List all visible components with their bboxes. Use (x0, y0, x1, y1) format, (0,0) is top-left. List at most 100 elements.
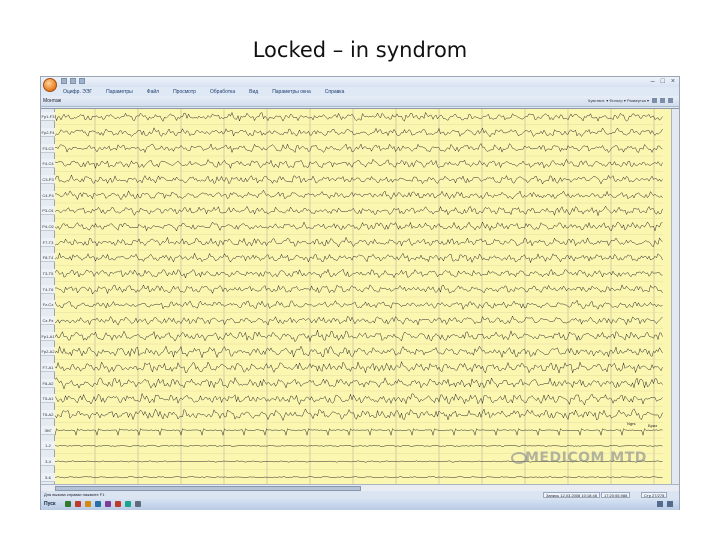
eeg-waveforms[interactable] (55, 109, 671, 485)
zoom-in-icon[interactable] (652, 98, 657, 103)
video-icon[interactable] (125, 501, 131, 507)
eeg-trace (55, 268, 663, 279)
eeg-trace (55, 189, 663, 201)
menu-item-0[interactable]: Оцифр. ЭЭГ (63, 89, 92, 95)
toolbar: Монтаж Чувствит. ▾ Фильтр ▾ Развертка ▾ (41, 96, 679, 107)
channel-label[interactable]: Fp2-A2 (41, 347, 55, 357)
watermark: MEDICOM MTD (525, 450, 647, 466)
channel-label[interactable]: Cz-Pz (41, 316, 55, 325)
eeg-trace (55, 345, 663, 359)
eeg-app-window: – □ × Оцифр. ЭЭГ Параметры Файл Просмотр Обр… (40, 76, 680, 510)
maximize-button[interactable]: □ (661, 77, 665, 86)
eeg-trace (55, 174, 663, 185)
save-icon[interactable] (61, 78, 67, 84)
menu-item-7[interactable]: Справка (325, 89, 345, 95)
channel-label[interactable]: Fp1-A1 (41, 331, 55, 341)
eeg-trace (55, 205, 663, 217)
zoom-out-icon[interactable] (660, 98, 665, 103)
channel-label[interactable]: 3-4 (41, 457, 55, 466)
eeg-trace (55, 428, 663, 437)
eeg-trace (55, 329, 663, 343)
eeg-trace (55, 111, 663, 122)
channel-label[interactable]: T3-T5 (41, 269, 55, 278)
system-tray (657, 501, 673, 507)
network-icon (657, 501, 663, 507)
channel-label[interactable]: P4-O2 (41, 222, 55, 231)
menu-item-4[interactable]: Обработка (210, 89, 235, 95)
window-controls: – □ × (651, 77, 675, 86)
eeg-trace (55, 142, 663, 154)
eeg-trace (55, 252, 663, 264)
eeg-trace (55, 376, 663, 390)
close-button[interactable]: × (671, 77, 675, 86)
status-help-text: Для вызова справки нажмите F1 (44, 492, 105, 497)
eeg-trace (55, 315, 663, 326)
eeg-trace-area[interactable]: Fp1-F3 Fp2-F4 F3-C3 F4-C4 C3-P3 C4-P4 P3-O1 P4-… (41, 108, 679, 485)
channel-label[interactable]: 5-6 (41, 472, 55, 482)
eeg-trace (55, 408, 663, 422)
event-marker-right: Бриз (648, 423, 657, 428)
status-page: Стр 27/278 (641, 492, 668, 498)
channel-label[interactable]: C4-P4 (41, 190, 55, 200)
redo-icon[interactable] (79, 78, 85, 84)
menu-item-3[interactable]: Просмотр (173, 89, 196, 95)
minimize-button[interactable]: – (651, 77, 655, 86)
volume-icon (667, 501, 673, 507)
settings-icon[interactable] (105, 501, 111, 507)
channel-label[interactable]: F8-T4 (41, 253, 55, 263)
eeg-trace (55, 158, 663, 170)
eeg-trace (55, 221, 663, 232)
channel-label[interactable]: 1-2 (41, 441, 55, 451)
vertical-scrollbar[interactable] (671, 109, 679, 485)
channel-label-column: Fp1-F3 Fp2-F4 F3-C3 F4-C4 C3-P3 C4-P4 P3-O1 P4-… (41, 109, 55, 485)
channel-label[interactable]: ЭКГ (41, 425, 55, 435)
taskbar: Пуск (41, 499, 679, 510)
eeg-trace (55, 360, 663, 375)
menu-item-5[interactable]: Вид (249, 89, 258, 95)
channel-label[interactable]: Fp2-F4 (41, 128, 55, 137)
channel-label[interactable]: F7-A1 (41, 363, 55, 372)
menu-item-2[interactable]: Файл (147, 89, 159, 95)
print-icon[interactable] (135, 501, 141, 507)
channel-label[interactable]: T4-T6 (41, 284, 55, 294)
taskbar-icons (65, 501, 141, 507)
app-menu-button[interactable] (43, 78, 57, 92)
help-icon[interactable] (668, 98, 673, 103)
folder-icon[interactable] (85, 501, 91, 507)
channel-label[interactable]: Fp1-F3 (41, 112, 55, 122)
channel-label[interactable]: Fz-Cz (41, 300, 55, 310)
channel-label[interactable]: F8-A2 (41, 378, 55, 388)
slide-title: Locked – in syndrom (252, 38, 468, 62)
status-time: 17:20:55.988 (601, 492, 631, 498)
eeg-trace (55, 127, 663, 138)
app-icon[interactable] (65, 501, 71, 507)
eeg-trace (55, 284, 663, 295)
channel-label[interactable]: F3-C3 (41, 143, 55, 153)
eeg-trace (55, 392, 663, 406)
title-bar: – □ × (41, 77, 679, 87)
horizontal-scrollbar[interactable] (41, 484, 679, 491)
stop-icon[interactable] (115, 501, 121, 507)
record-icon[interactable] (75, 501, 81, 507)
menu-item-1[interactable]: Параметры (106, 89, 133, 95)
quick-access-toolbar (61, 78, 85, 84)
channel-label[interactable]: F7-T3 (41, 237, 55, 247)
menu-item-6[interactable]: Параметры окна (272, 89, 311, 95)
eeg-trace (55, 236, 663, 248)
status-bar: Для вызова справки нажмите F1 Запись 12.… (41, 491, 679, 499)
montage-label[interactable]: Монтаж (43, 98, 61, 104)
channel-label[interactable]: T6-A2 (41, 410, 55, 419)
eeg-trace (55, 444, 663, 447)
toolbar-tools: Чувствит. ▾ Фильтр ▾ Развертка ▾ (588, 98, 673, 103)
monitor-icon[interactable] (95, 501, 101, 507)
event-marker-left: Ngrs (627, 421, 636, 426)
start-button[interactable]: Пуск (44, 501, 56, 507)
channel-label[interactable]: F4-C4 (41, 159, 55, 169)
eeg-trace (55, 299, 663, 311)
eeg-trace (55, 476, 663, 479)
undo-icon[interactable] (70, 78, 76, 84)
channel-label[interactable]: P3-O1 (41, 206, 55, 216)
channel-label[interactable]: T5-A1 (41, 394, 55, 404)
toolbar-settings-text[interactable]: Чувствит. ▾ Фильтр ▾ Развертка ▾ (588, 98, 649, 103)
channel-label[interactable]: C3-P3 (41, 175, 55, 184)
